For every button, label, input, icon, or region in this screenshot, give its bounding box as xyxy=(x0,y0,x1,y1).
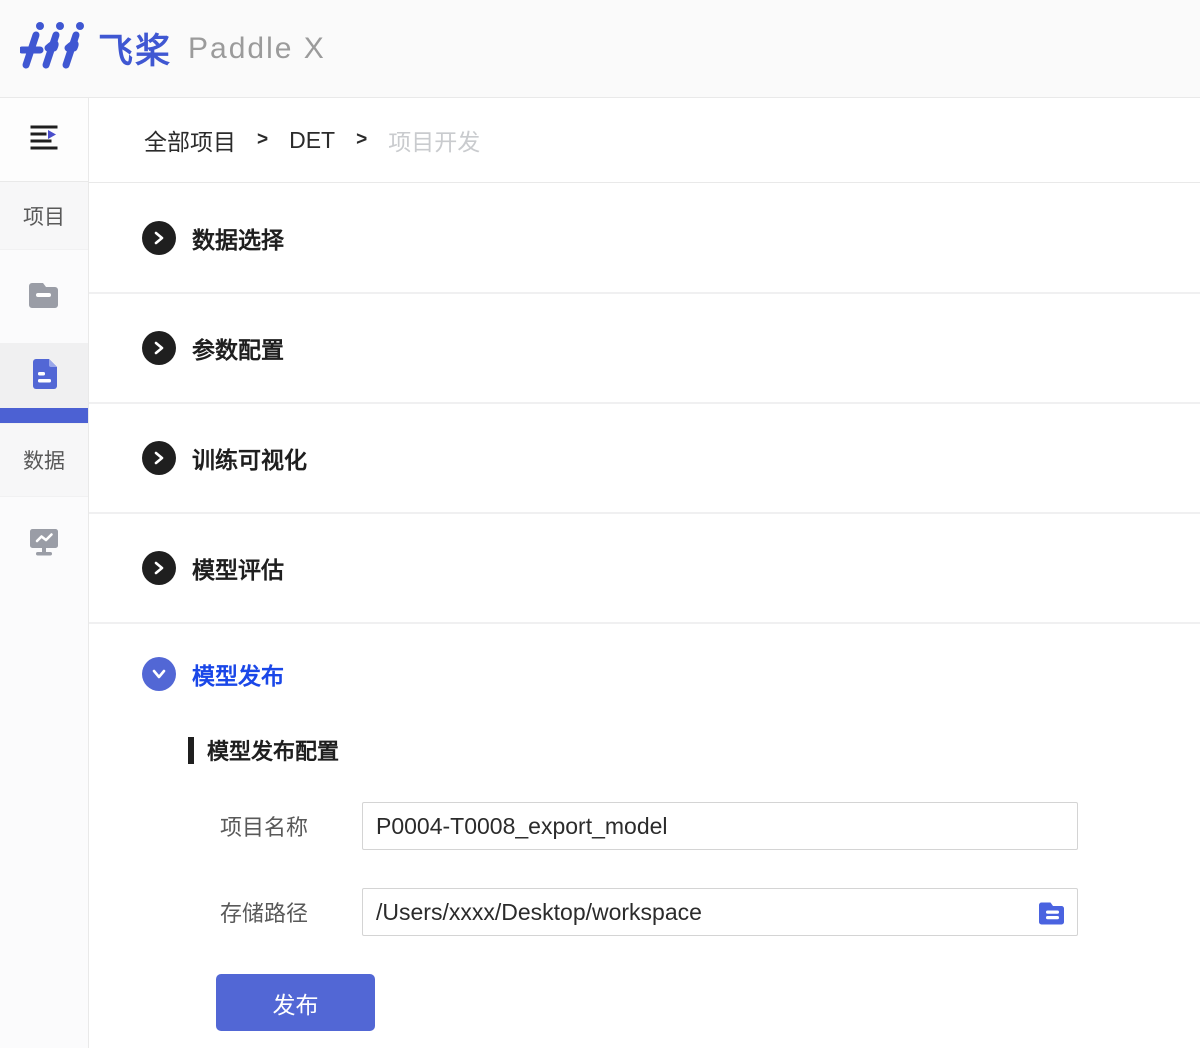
breadcrumb-item-project-develop: 项目开发 xyxy=(388,123,480,157)
subtitle-marker xyxy=(188,737,194,764)
paddle-logo: 飞桨 Paddle X xyxy=(20,21,326,76)
breadcrumb-separator: > xyxy=(356,129,367,151)
chevron-right-circle-icon[interactable] xyxy=(142,551,176,585)
sidebar-item-data-monitor[interactable] xyxy=(0,497,88,590)
section-row-model-eval[interactable]: 模型评估 xyxy=(89,514,1200,624)
project-name-field-row: 项目名称 xyxy=(220,802,1200,850)
paddle-logo-mark-icon xyxy=(20,21,90,76)
project-name-input-wrap xyxy=(362,802,1078,850)
section-row-data-select[interactable]: 数据选择 xyxy=(89,184,1200,294)
folder-icon xyxy=(29,281,60,313)
storage-path-input-wrap xyxy=(362,888,1078,936)
sidebar-item-project-develop[interactable] xyxy=(0,343,88,408)
folder-browse-icon[interactable] xyxy=(1039,899,1066,926)
logo-text-cn: 飞桨 xyxy=(98,23,172,74)
subtitle-text: 模型发布配置 xyxy=(207,734,339,766)
section-row-train-visual[interactable]: 训练可视化 xyxy=(89,404,1200,514)
section-title: 训练可视化 xyxy=(192,441,307,475)
publish-button[interactable]: 发布 xyxy=(216,974,375,1031)
document-icon xyxy=(31,358,58,394)
section-row-param-config[interactable]: 参数配置 xyxy=(89,294,1200,404)
breadcrumb-item-det[interactable]: DET xyxy=(289,127,335,154)
chevron-right-circle-icon[interactable] xyxy=(142,331,176,365)
section-title: 参数配置 xyxy=(192,331,284,365)
project-name-input[interactable] xyxy=(362,802,1078,850)
collapse-menu-icon xyxy=(29,122,59,157)
logo-text-en: Paddle X xyxy=(188,32,326,66)
publish-config-subtitle: 模型发布配置 xyxy=(188,734,1200,766)
breadcrumb: 全部项目 > DET > 项目开发 xyxy=(89,98,1200,183)
main-content: 数据选择 参数配置 训练可视化 模型评估 模型发布 模型发布配置 项目名称 xyxy=(89,184,1200,1031)
sidebar: 项目 数据 xyxy=(0,98,89,1048)
sidebar-item-project-list[interactable] xyxy=(0,250,88,343)
storage-path-field-row: 存储路径 xyxy=(220,888,1200,936)
sidebar-active-indicator xyxy=(0,408,88,423)
sidebar-collapse-toggle[interactable] xyxy=(0,98,88,182)
model-publish-panel: 模型发布配置 项目名称 存储路径 发布 xyxy=(89,734,1200,1031)
section-row-model-publish[interactable]: 模型发布 xyxy=(89,624,1200,724)
section-title: 数据选择 xyxy=(192,221,284,255)
storage-path-input[interactable] xyxy=(362,888,1078,936)
breadcrumb-separator: > xyxy=(257,129,268,151)
breadcrumb-item-all-projects[interactable]: 全部项目 xyxy=(144,123,236,157)
project-name-label: 项目名称 xyxy=(220,810,362,842)
chevron-right-circle-icon[interactable] xyxy=(142,441,176,475)
storage-path-label: 存储路径 xyxy=(220,896,362,928)
sidebar-group-label-data: 数据 xyxy=(0,423,88,497)
chevron-right-circle-icon[interactable] xyxy=(142,221,176,255)
section-title: 模型评估 xyxy=(192,551,284,585)
chevron-down-circle-icon[interactable] xyxy=(142,657,176,691)
section-title: 模型发布 xyxy=(192,657,284,691)
monitor-chart-icon xyxy=(29,527,59,561)
sidebar-group-label-projects: 项目 xyxy=(0,182,88,250)
app-header: 飞桨 Paddle X xyxy=(0,0,1200,98)
